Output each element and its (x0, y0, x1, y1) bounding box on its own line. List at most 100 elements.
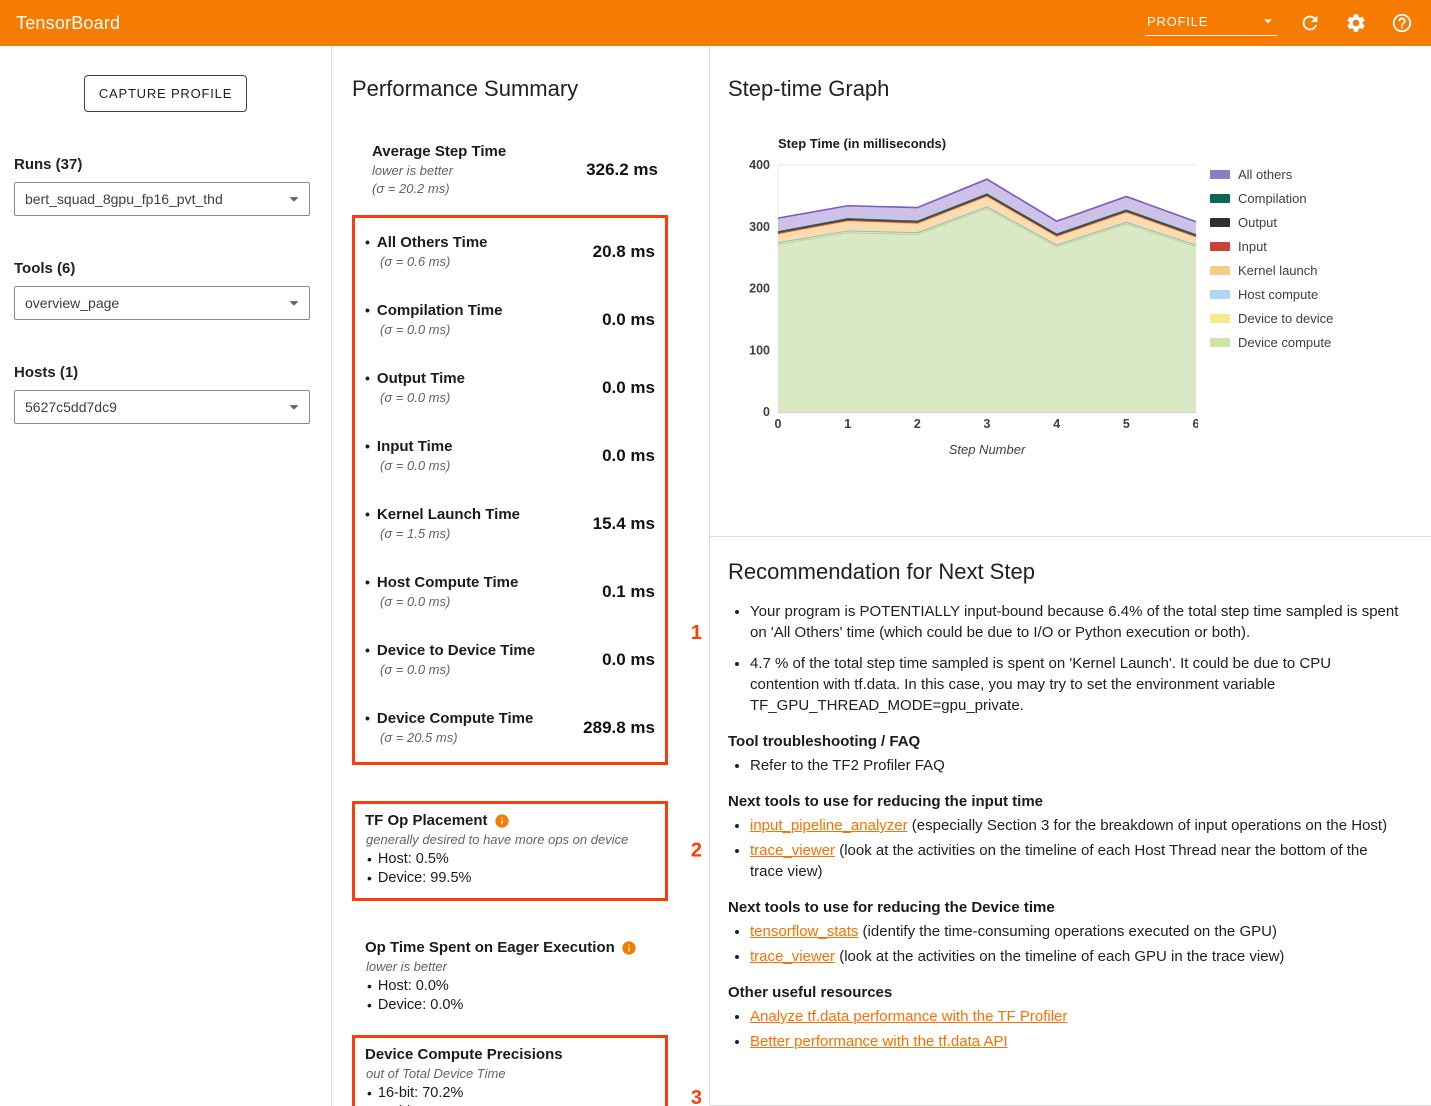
legend-item: Device compute (1210, 335, 1333, 350)
kernel-launch-swatch (1210, 266, 1230, 275)
legend-item: Input (1210, 239, 1333, 254)
svg-text:100: 100 (749, 343, 770, 357)
bullet-icon: • (365, 574, 370, 590)
legend-label: Kernel launch (1238, 263, 1318, 278)
reco-link[interactable]: trace_viewer (750, 842, 835, 859)
reco-section-heading: Tool troubleshooting / FAQ (728, 733, 1401, 750)
header-actions: PROFILE (1145, 10, 1415, 36)
x-axis-label: Step Number (778, 442, 1196, 457)
compute-precision-title: Device Compute Precisions (365, 1046, 655, 1063)
metric-label: •Output Time (365, 369, 465, 388)
bullet-icon: • (367, 977, 372, 996)
metric-note: lower is better (372, 163, 506, 179)
tools-select[interactable]: overview_page (14, 286, 310, 320)
tools-group: Tools (6) overview_page (14, 260, 317, 320)
app-title: TensorBoard (16, 13, 120, 34)
reco-item: trace_viewer (look at the activities on … (750, 946, 1401, 967)
metric-label: •Kernel Launch Time (365, 505, 520, 524)
bullet-icon: • (365, 506, 370, 522)
step-breakdown-annotation-wrap: •All Others Time(σ = 0.6 ms)20.8 ms•Comp… (352, 215, 668, 765)
capture-profile-button[interactable]: CAPTURE PROFILE (84, 75, 247, 112)
metric-row: •Device to Device Time(σ = 0.0 ms)0.0 ms (355, 626, 665, 694)
reco-section-list: Refer to the TF2 Profiler FAQ (728, 755, 1401, 776)
metrics: Average Step Time lower is better (σ = 2… (352, 142, 668, 1106)
svg-text:6: 6 (1193, 417, 1198, 431)
svg-text:0: 0 (763, 405, 770, 419)
svg-text:300: 300 (749, 220, 770, 234)
hosts-select[interactable]: 5627c5dd7dc9 (14, 390, 310, 424)
compute-precision-title-text: Device Compute Precisions (365, 1046, 563, 1063)
refresh-icon (1299, 12, 1321, 34)
refresh-button[interactable] (1297, 10, 1323, 36)
dashboard-select[interactable]: PROFILE (1145, 10, 1277, 36)
gear-icon (1345, 12, 1367, 34)
info-icon[interactable] (494, 813, 510, 829)
metric-row: •All Others Time(σ = 0.6 ms)20.8 ms (355, 218, 665, 286)
reco-link[interactable]: trace_viewer (750, 948, 835, 965)
reco-link[interactable]: tensorflow_stats (750, 923, 858, 940)
tf-op-placement-title-text: TF Op Placement (365, 812, 488, 829)
bullet-icon: • (365, 438, 370, 454)
compilation-swatch (1210, 194, 1230, 203)
metric-label: •Device Compute Time (365, 709, 533, 728)
compute-precision-box: Device Compute Precisions out of Total D… (352, 1035, 668, 1106)
metric-sigma: (σ = 20.5 ms) (380, 730, 533, 746)
settings-button[interactable] (1343, 10, 1369, 36)
reco-section-list: tensorflow_stats (identify the time-cons… (728, 921, 1401, 967)
metric-label: •Compilation Time (365, 301, 502, 320)
sidebar: CAPTURE PROFILE Runs (37) bert_squad_8gp… (0, 46, 332, 1106)
step-time-area-chart[interactable]: 01002003004000123456 (728, 159, 1198, 432)
metric-row: •Compilation Time(σ = 0.0 ms)0.0 ms (355, 286, 665, 354)
metric-value: 0.0 ms (602, 378, 655, 398)
legend-label: Output (1238, 215, 1277, 230)
tools-select-value: overview_page (25, 295, 119, 311)
bullet-icon: • (365, 234, 370, 250)
stat-item: •Host: 0.0% (365, 977, 655, 996)
eager-execution-block: Op Time Spent on Eager Execution lower i… (352, 939, 668, 1015)
metric-sigma: (σ = 20.2 ms) (372, 181, 506, 197)
device-to-device-swatch (1210, 314, 1230, 323)
eager-execution-title-text: Op Time Spent on Eager Execution (365, 939, 615, 956)
dropdown-arrow-icon (283, 292, 305, 314)
step-time-graph-panel: Step-time Graph Step Time (in millisecon… (710, 46, 1431, 536)
output-swatch (1210, 218, 1230, 227)
bullet-icon: • (367, 869, 372, 888)
eager-execution-title: Op Time Spent on Eager Execution (365, 939, 655, 956)
runs-label: Runs (37) (14, 156, 317, 173)
reco-item: tensorflow_stats (identify the time-cons… (750, 921, 1401, 942)
info-icon[interactable] (621, 940, 637, 956)
legend-item: Output (1210, 215, 1333, 230)
average-step-time-row: Average Step Time lower is better (σ = 2… (352, 142, 668, 197)
recommendation-bullets: Your program is POTENTIALLY input-bound … (728, 601, 1401, 716)
tf-op-placement-annotation-wrap: TF Op Placement generally desired to hav… (352, 801, 668, 901)
reco-link[interactable]: Better performance with the tf.data API (750, 1033, 1008, 1050)
dashboard-select-value: PROFILE (1147, 14, 1208, 29)
recommendation-bullet: Your program is POTENTIALLY input-bound … (750, 601, 1401, 643)
compute-precision-annotation-wrap: Device Compute Precisions out of Total D… (352, 1035, 668, 1106)
metric-value: 0.0 ms (602, 310, 655, 330)
legend-item: Host compute (1210, 287, 1333, 302)
tf-op-placement-items: •Host: 0.5%•Device: 99.5% (365, 850, 655, 888)
reco-link[interactable]: input_pipeline_analyzer (750, 817, 908, 834)
tf-op-placement-note: generally desired to have more ops on de… (366, 832, 655, 847)
help-button[interactable] (1389, 10, 1415, 36)
hosts-select-value: 5627c5dd7dc9 (25, 399, 117, 415)
input-swatch (1210, 242, 1230, 251)
metric-value: 20.8 ms (593, 242, 655, 262)
eager-execution-items: •Host: 0.0%•Device: 0.0% (365, 977, 655, 1015)
stat-item: •Host: 0.5% (365, 850, 655, 869)
reco-link[interactable]: Analyze tf.data performance with the TF … (750, 1008, 1067, 1025)
runs-select[interactable]: bert_squad_8gpu_fp16_pvt_thd (14, 182, 310, 216)
annotation-number-2: 2 (691, 840, 702, 863)
metric-label: Average Step Time (372, 142, 506, 161)
legend-label: Compilation (1238, 191, 1307, 206)
legend-item: Kernel launch (1210, 263, 1333, 278)
reco-item: trace_viewer (look at the activities on … (750, 840, 1401, 882)
tf-op-placement-box: TF Op Placement generally desired to hav… (352, 801, 668, 901)
svg-text:0: 0 (775, 417, 782, 431)
stat-item: •Device: 99.5% (365, 869, 655, 888)
bullet-icon: • (365, 642, 370, 658)
metric-value: 0.0 ms (602, 650, 655, 670)
recommendation-bullet: 4.7 % of the total step time sampled is … (750, 653, 1401, 716)
reco-item: Better performance with the tf.data API (750, 1031, 1401, 1052)
